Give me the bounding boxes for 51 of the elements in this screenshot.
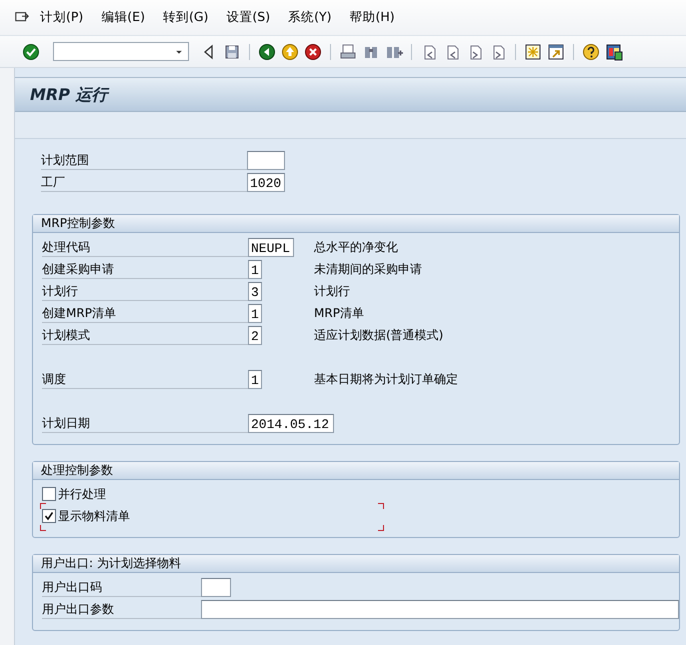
screen-title: MRP 运行	[15, 77, 686, 112]
print-icon[interactable]	[339, 42, 357, 60]
field-label: 计划行	[42, 281, 248, 301]
checkbox-label: 显示物料清单	[58, 508, 130, 524]
menu-item[interactable]: 转到(G)	[162, 9, 208, 26]
back-icon[interactable]	[258, 42, 276, 60]
new-session-icon[interactable]	[524, 42, 542, 60]
help-icon[interactable]	[582, 42, 600, 60]
field-label: 调度	[42, 369, 248, 389]
confirm-icon[interactable]	[22, 42, 40, 60]
shortcut-icon[interactable]	[547, 42, 565, 60]
input-field[interactable]	[247, 150, 285, 170]
layout-icon[interactable]	[605, 42, 623, 60]
field-description: 总水平的净变化	[314, 238, 398, 256]
input-field[interactable]: 1	[248, 260, 262, 278]
field-label: 计划日期	[42, 413, 248, 433]
group-title: MRP控制参数	[33, 215, 679, 233]
menu-item[interactable]: 帮助(H)	[350, 9, 395, 26]
menu-item[interactable]: 计划(P)	[40, 9, 84, 26]
input-field[interactable]: 2014.05.12	[248, 414, 334, 432]
field-description: 未清期间的采购申请	[314, 260, 422, 278]
input-field[interactable]: 1	[248, 304, 262, 322]
field-description: 适应计划数据(普通模式)	[314, 326, 444, 344]
input-field[interactable]: 3	[248, 282, 262, 300]
field-label: 计划范围	[41, 150, 247, 170]
menu-item[interactable]: 编辑(E)	[101, 9, 145, 26]
field-label: 处理代码	[42, 237, 248, 257]
up-icon[interactable]	[281, 42, 299, 60]
input-field[interactable]: 1	[248, 370, 262, 388]
menu-item[interactable]: 系统(Y)	[288, 9, 332, 26]
input-field[interactable]	[201, 600, 679, 618]
input-field[interactable]: NEUPL	[248, 238, 294, 256]
field-label: 创建采购申请	[42, 259, 248, 279]
field-description: 基本日期将为计划订单确定	[314, 370, 458, 388]
checkbox[interactable]	[42, 509, 56, 523]
cancel-icon[interactable]	[304, 42, 322, 60]
group-title: 用户出口: 为计划选择物料	[33, 555, 679, 573]
input-field[interactable]	[201, 578, 231, 596]
group-title: 处理控制参数	[33, 462, 679, 480]
field-description: MRP清单	[314, 304, 364, 322]
checkbox-label: 并行处理	[58, 486, 106, 502]
checkbox[interactable]	[42, 487, 56, 501]
save-icon[interactable]	[223, 42, 241, 60]
menu-item[interactable]: 设置(S)	[226, 9, 270, 26]
input-field[interactable]: 1020	[247, 172, 285, 192]
field-label: 计划模式	[42, 325, 248, 345]
field-label: 创建MRP清单	[42, 303, 248, 323]
field-label: 工厂	[41, 172, 247, 192]
input-field[interactable]: 2	[248, 326, 262, 344]
command-field[interactable]	[53, 42, 189, 61]
field-description: 计划行	[314, 282, 350, 300]
